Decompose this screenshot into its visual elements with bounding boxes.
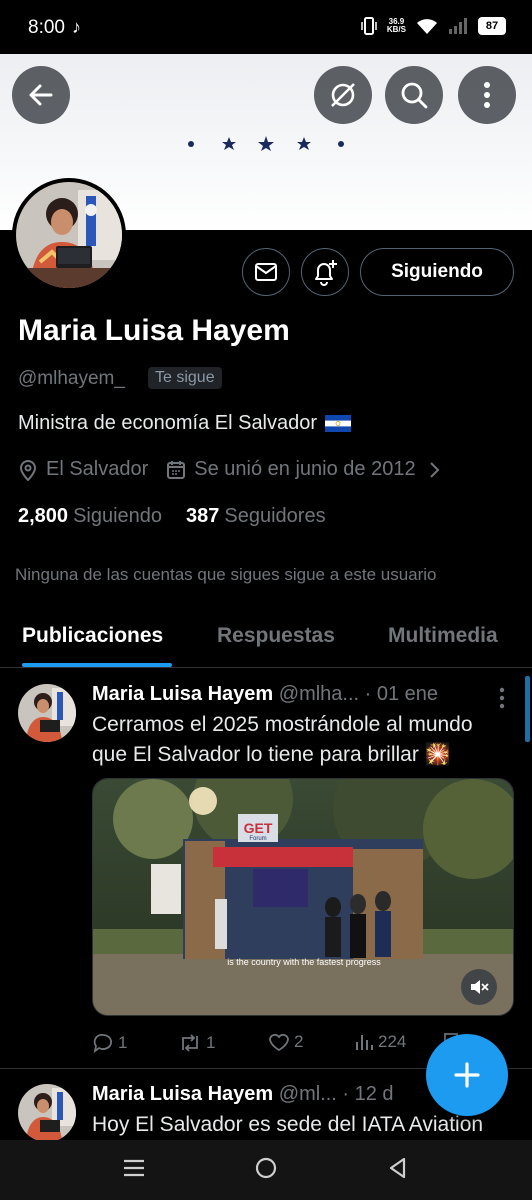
joined-item[interactable]: Se unió en junio de 2012	[166, 458, 440, 481]
tweet-avatar[interactable]	[18, 684, 76, 742]
vibrate-icon	[361, 17, 377, 35]
tweet-more-icon[interactable]	[498, 686, 506, 710]
bell-plus-icon	[315, 260, 337, 286]
fireworks-emoji: 🎇	[424, 743, 451, 766]
tweet-avatar[interactable]	[18, 1084, 76, 1142]
signal-icon	[449, 18, 467, 34]
wifi-icon	[417, 19, 437, 34]
tweet-author-name[interactable]: Maria Luisa Hayem	[92, 683, 273, 705]
tab-respuestas[interactable]: Respuestas	[217, 624, 335, 648]
status-time: 8:00	[28, 17, 65, 38]
tweet-date[interactable]: · 12 d	[342, 1083, 393, 1105]
search-icon	[401, 82, 428, 109]
following-stat[interactable]: 2,800 Siguiendo	[18, 505, 162, 528]
el-salvador-flag-icon	[325, 415, 352, 432]
battery-icon: 87	[478, 17, 506, 35]
location-item: El Salvador	[18, 458, 148, 481]
reply-action[interactable]: 1	[92, 1032, 127, 1054]
mutual-followers-note: Ninguna de las cuentas que sigues sigue …	[15, 565, 437, 584]
repost-icon	[182, 1034, 198, 1052]
repost-action[interactable]: 1	[178, 1032, 215, 1054]
more-options-button[interactable]	[458, 66, 516, 124]
active-tab-indicator	[22, 663, 172, 667]
back-button[interactable]	[12, 66, 70, 124]
status-bar: 8:00 ♪ 36.9 KB/S 87	[0, 0, 532, 54]
profile-meta: El Salvador Se unió en junio de 2012	[18, 458, 458, 481]
views-icon	[356, 1035, 373, 1050]
video-caption: is the country with the fastest progress	[227, 957, 381, 967]
search-button[interactable]	[385, 66, 443, 124]
avatar-photo	[16, 182, 122, 288]
tweet-header: Maria Luisa Hayem @mlha... · 01 ene	[92, 683, 438, 706]
mail-icon	[255, 263, 277, 281]
more-vertical-icon	[484, 82, 490, 108]
banner-stars	[188, 136, 344, 151]
location-pin-icon	[19, 459, 37, 481]
tweet-text: Cerramos el 2025 mostrándole al mundo qu…	[92, 713, 473, 766]
profile-tabs: Publicaciones Respuestas Multimedia	[0, 610, 532, 668]
back-nav-icon[interactable]	[386, 1156, 410, 1180]
bio-text: Ministra de economía El Salvador	[18, 412, 318, 434]
views-action[interactable]: 224	[354, 1032, 406, 1052]
compose-button[interactable]	[426, 1034, 508, 1116]
followers-stat[interactable]: 387 Seguidores	[186, 505, 326, 528]
reply-icon	[93, 1034, 112, 1054]
tab-publicaciones[interactable]: Publicaciones	[22, 624, 163, 648]
chevron-right-icon	[429, 461, 440, 478]
grok-icon	[331, 83, 355, 107]
recent-apps-icon[interactable]	[122, 1156, 146, 1180]
video-sign-text: GET	[244, 820, 273, 836]
video-frame: GET Forum is the country with the fastes…	[93, 779, 513, 1015]
tweet-video[interactable]: GET Forum is the country with the fastes…	[92, 778, 514, 1016]
notifications-button[interactable]	[301, 248, 349, 296]
tweet-date[interactable]: · 01 ene	[365, 683, 438, 705]
tweet-author-handle: @ml...	[278, 1083, 337, 1105]
location-text: El Salvador	[46, 458, 149, 480]
tab-multimedia[interactable]: Multimedia	[388, 624, 498, 648]
system-nav-bar	[0, 1140, 532, 1200]
profile-stats: 2,800 Siguiendo 387 Seguidores	[18, 505, 326, 528]
grok-button[interactable]	[314, 66, 372, 124]
profile-name: Maria Luisa Hayem	[18, 314, 290, 347]
tiktok-icon: ♪	[72, 17, 81, 37]
joined-text: Se unió en junio de 2012	[194, 458, 416, 480]
profile-handle: @mlhayem_	[18, 368, 125, 389]
profile-avatar[interactable]	[12, 178, 126, 292]
heart-icon	[269, 1034, 289, 1052]
profile-bio: Ministra de economía El Salvador	[18, 412, 352, 435]
video-sign-subtext: Forum	[249, 836, 266, 842]
tweet-text: Hoy El Salvador es sede del IATA Aviatio…	[92, 1113, 484, 1136]
follows-you-badge: Te sigue	[148, 367, 222, 389]
following-button[interactable]: Siguiendo	[360, 248, 514, 296]
network-speed: 36.9 KB/S	[386, 17, 406, 34]
plus-icon	[454, 1062, 480, 1088]
mute-icon	[471, 980, 489, 994]
calendar-icon	[167, 460, 186, 479]
tweet-author-name[interactable]: Maria Luisa Hayem	[92, 1083, 273, 1105]
like-action[interactable]: 2	[268, 1032, 303, 1052]
message-button[interactable]	[242, 248, 290, 296]
scroll-indicator	[525, 676, 530, 742]
mute-button[interactable]	[461, 969, 497, 1005]
home-icon[interactable]	[254, 1156, 278, 1180]
tweet-header: Maria Luisa Hayem @ml... · 12 d	[92, 1083, 394, 1106]
back-arrow-icon	[29, 84, 53, 106]
tweet-author-handle: @mlha...	[278, 683, 360, 705]
